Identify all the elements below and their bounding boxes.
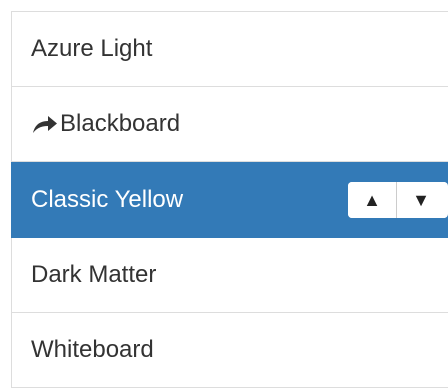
triangle-up-icon: ▲ <box>363 189 381 210</box>
list-item-blackboard[interactable]: Blackboard <box>11 87 448 162</box>
list-item-label: Classic Yellow <box>31 185 184 213</box>
share-arrow-icon <box>31 113 59 135</box>
list-item-label: Dark Matter <box>31 261 157 288</box>
list-item-whiteboard[interactable]: Whiteboard <box>11 313 448 388</box>
move-up-button[interactable]: ▲ <box>348 182 396 218</box>
list-item-dark-matter[interactable]: Dark Matter <box>11 238 448 313</box>
list-item-classic-yellow[interactable]: Classic Yellow ▲ ▼ <box>11 162 448 238</box>
reorder-controls: ▲ ▼ <box>348 182 448 218</box>
list-item-azure-light[interactable]: Azure Light <box>11 12 448 87</box>
list-item-label: Azure Light <box>31 35 153 62</box>
theme-list: Azure Light Blackboard Classic Yellow ▲ … <box>11 11 448 388</box>
move-down-button[interactable]: ▼ <box>396 182 445 218</box>
list-item-label: Blackboard <box>60 110 181 137</box>
triangle-down-icon: ▼ <box>412 189 430 210</box>
list-item-label: Whiteboard <box>31 336 154 363</box>
